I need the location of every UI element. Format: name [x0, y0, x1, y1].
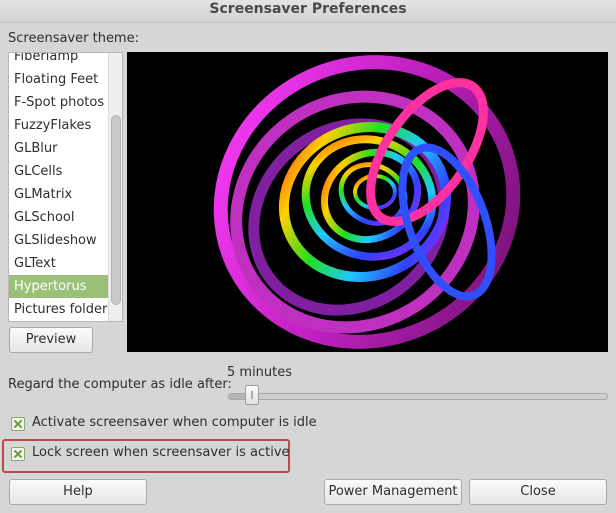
theme-list-item[interactable]: GLBlur: [9, 137, 109, 160]
theme-list[interactable]: Fiberlamp Floating Feet F-Spot photos Fuzzy…: [8, 52, 123, 322]
lock-label[interactable]: Lock screen when screensaver is active: [32, 445, 290, 460]
preview-button-label: Preview: [25, 332, 77, 347]
theme-list-item[interactable]: GLCells: [9, 160, 109, 183]
idle-slider-handle[interactable]: [245, 385, 259, 405]
theme-list-item[interactable]: Pictures folder: [9, 298, 109, 321]
theme-list-item[interactable]: Hypertorus: [9, 275, 109, 298]
close-button-label: Close: [520, 484, 556, 499]
theme-list-item[interactable]: GLMatrix: [9, 183, 109, 206]
theme-list-items: Fiberlamp Floating Feet F-Spot photos Fuzzy…: [9, 53, 109, 321]
preview-button[interactable]: Preview: [9, 327, 93, 353]
theme-list-item[interactable]: Fiberlamp: [9, 53, 109, 68]
hypertorus-preview-image: [213, 55, 521, 349]
window-title: Screensaver Preferences: [209, 1, 407, 17]
theme-list-item[interactable]: Floating Feet: [9, 68, 109, 91]
theme-list-scrollbar[interactable]: [108, 53, 122, 321]
close-button[interactable]: Close: [469, 479, 607, 505]
theme-list-item[interactable]: FuzzyFlakes: [9, 114, 109, 137]
theme-label: Screensaver theme:: [8, 31, 139, 46]
idle-label-text: Regard the computer as idle after:: [8, 377, 232, 392]
scrollbar-thumb[interactable]: [111, 115, 121, 305]
activate-checkbox[interactable]: [11, 417, 25, 431]
theme-label-text: Screensaver theme:: [8, 31, 139, 46]
theme-list-item[interactable]: F-Spot photos: [9, 91, 109, 114]
theme-list-item[interactable]: GLSlideshow: [9, 229, 109, 252]
power-management-button-label: Power Management: [328, 484, 458, 499]
idle-value: 5 minutes: [227, 365, 293, 380]
screensaver-preview: [127, 52, 608, 352]
activate-label[interactable]: Activate screensaver when computer is id…: [32, 415, 317, 430]
help-button[interactable]: Help: [9, 479, 147, 505]
activate-label-text: Activate screensaver when computer is id…: [32, 415, 317, 430]
lock-label-text: Lock screen when screensaver is active: [32, 445, 290, 460]
help-button-label: Help: [63, 484, 93, 499]
theme-list-item[interactable]: GLText: [9, 252, 109, 275]
lock-checkbox[interactable]: [11, 447, 25, 461]
theme-list-item[interactable]: GLSchool: [9, 206, 109, 229]
idle-label: Regard the computer as idle after:: [8, 377, 232, 392]
power-management-button[interactable]: Power Management: [324, 479, 462, 505]
idle-slider[interactable]: [228, 393, 608, 400]
title-bar[interactable]: Screensaver Preferences: [0, 0, 616, 23]
